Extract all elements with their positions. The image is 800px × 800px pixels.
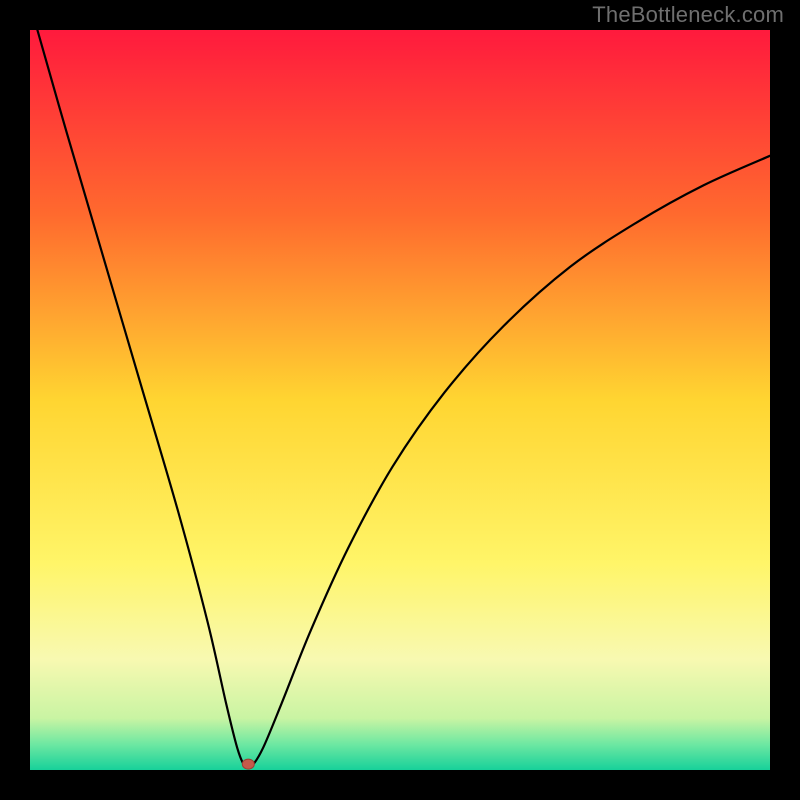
plot-area (30, 30, 770, 770)
plot-svg (30, 30, 770, 770)
chart-frame: TheBottleneck.com (0, 0, 800, 800)
minimum-marker (242, 759, 254, 769)
gradient-bg (30, 30, 770, 770)
watermark-text: TheBottleneck.com (592, 2, 784, 28)
